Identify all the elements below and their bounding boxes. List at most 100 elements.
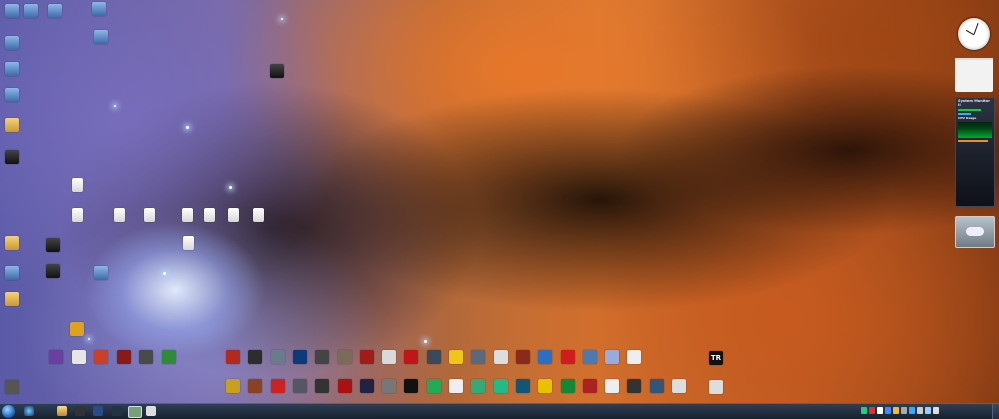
shortcut-icon [538, 350, 553, 364]
shortcut-icon [5, 150, 19, 164]
shortcut-icon [315, 350, 330, 364]
calendar-day[interactable] [987, 65, 992, 69]
wallpaper-star [424, 340, 427, 343]
shortcut-icon [161, 350, 176, 364]
shortcut-icon [226, 379, 240, 393]
shortcut-icon [226, 350, 240, 364]
tray-icon[interactable] [877, 407, 883, 414]
desktop-shortcut[interactable] [0, 266, 27, 281]
tray-icon[interactable] [861, 407, 867, 414]
shortcut-icon [252, 208, 264, 222]
wallpaper-star [114, 105, 116, 107]
desktop-shortcut[interactable] [701, 380, 731, 395]
shortcut-icon [5, 88, 19, 102]
explorer-taskbar-icon[interactable] [57, 406, 67, 416]
desktop-shortcut[interactable] [0, 62, 27, 77]
desktop-shortcut[interactable] [62, 208, 92, 223]
desktop-shortcut[interactable] [0, 118, 27, 133]
ie-taskbar-icon[interactable] [24, 406, 34, 416]
desktop-shortcut[interactable] [243, 208, 273, 223]
start-button[interactable] [2, 405, 15, 418]
shortcut-icon [649, 379, 664, 393]
shortcut-icon [404, 379, 419, 393]
desktop-shortcut[interactable] [0, 292, 27, 307]
desktop-shortcut[interactable] [0, 380, 27, 395]
desktop-shortcut[interactable] [134, 208, 164, 223]
shortcut-icon [5, 36, 19, 50]
clock-gadget[interactable] [958, 18, 990, 50]
usage-bar [958, 109, 981, 111]
desktop-shortcut[interactable] [664, 379, 694, 394]
wallpaper-star [281, 18, 283, 20]
desktop-shortcut[interactable] [38, 264, 68, 279]
desktop-shortcut[interactable] [84, 2, 114, 17]
shortcut-icon [71, 178, 83, 192]
weather-gadget[interactable] [955, 216, 995, 248]
shortcut-icon [292, 379, 307, 393]
wallpaper-star [163, 272, 166, 275]
shortcut-icon [143, 208, 155, 222]
desktop-shortcut[interactable] [0, 88, 27, 103]
shortcut-icon [359, 379, 374, 393]
tray-icon[interactable] [893, 407, 899, 414]
shortcut-icon [5, 62, 19, 76]
desktop-shortcut[interactable]: TR [701, 351, 731, 366]
shortcut-icon [449, 350, 463, 364]
network-icon[interactable] [925, 407, 931, 414]
desktop-shortcut[interactable] [40, 4, 70, 19]
shortcut-icon [116, 350, 131, 364]
clock-minute-hand [973, 23, 979, 35]
shortcut-icon [359, 350, 374, 364]
desktop-shortcut[interactable] [173, 236, 203, 251]
desktop-shortcut[interactable] [86, 30, 116, 45]
desktop-shortcut[interactable] [0, 150, 27, 165]
app-taskbar-icon[interactable] [93, 406, 103, 416]
shortcut-icon [382, 379, 397, 393]
wallpaper-star [229, 186, 232, 189]
shortcut-icon [449, 379, 463, 393]
shortcut-icon [70, 322, 84, 336]
shortcut-icon [582, 379, 597, 393]
shortcut-icon [5, 292, 19, 306]
shortcut-icon [471, 379, 486, 393]
shortcut-icon [515, 379, 530, 393]
shortcut-icon [46, 238, 60, 252]
shortcut-icon [94, 266, 108, 280]
system-monitor-gadget[interactable]: System Monitor II CPU Usage [955, 97, 995, 207]
desktop-shortcut[interactable] [104, 208, 134, 223]
shortcut-icon [182, 236, 194, 250]
desktop-shortcut[interactable] [0, 36, 27, 51]
desktop-shortcut[interactable] [62, 322, 92, 337]
app-taskbar-icon[interactable] [128, 406, 142, 418]
desktop-shortcut[interactable] [62, 178, 92, 193]
desktop-shortcut[interactable] [38, 238, 68, 253]
usage-bar [958, 140, 989, 142]
media-taskbar-icon[interactable] [75, 406, 85, 416]
taskbar [0, 403, 999, 419]
shortcut-icon [5, 266, 19, 280]
shortcut-icon [493, 350, 508, 364]
show-desktop-button[interactable] [992, 404, 999, 419]
shortcut-icon [515, 350, 530, 364]
tray-icon[interactable] [917, 407, 923, 414]
calendar-gadget[interactable] [955, 58, 993, 92]
tray-icon[interactable] [869, 407, 875, 414]
desktop-shortcut[interactable] [0, 236, 27, 251]
app-taskbar-icon[interactable] [146, 406, 156, 416]
shortcut-icon [49, 350, 63, 364]
wallpaper-star [88, 338, 90, 340]
shortcut-icon [471, 350, 486, 364]
tray-icon[interactable] [909, 407, 915, 414]
tray-icon[interactable] [885, 407, 891, 414]
desktop-shortcut[interactable] [619, 350, 649, 365]
shortcut-icon [560, 350, 575, 364]
tray-icon[interactable] [901, 407, 907, 414]
cpu-usage-label: CPU Usage [958, 116, 977, 120]
app-taskbar-icon[interactable] [112, 406, 122, 416]
shortcut-icon [48, 4, 62, 18]
desktop-shortcut[interactable] [86, 266, 116, 281]
desktop-shortcut[interactable] [262, 64, 292, 79]
shortcut-icon [5, 236, 19, 250]
desktop-shortcut[interactable] [154, 350, 184, 365]
volume-icon[interactable] [933, 407, 939, 414]
